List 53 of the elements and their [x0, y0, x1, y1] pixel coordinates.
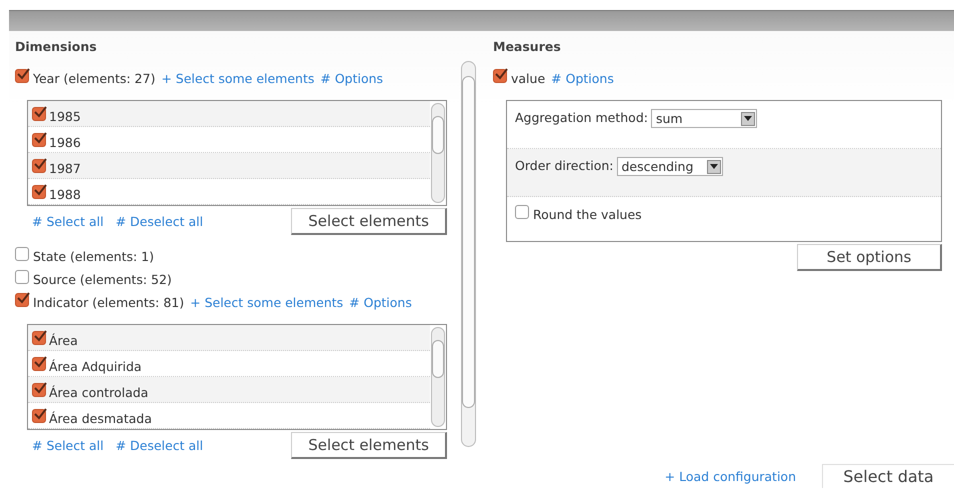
- select-elements-button[interactable]: Select elements: [291, 208, 447, 235]
- select-elements-button[interactable]: Select elements: [291, 432, 447, 459]
- element-label: Área desmatada: [49, 411, 152, 426]
- checkbox[interactable]: [493, 68, 507, 82]
- scrollbar[interactable]: [431, 327, 445, 427]
- caret-icon: [710, 164, 718, 169]
- set-options-button[interactable]: Set options: [797, 244, 942, 271]
- dimension-label: Year (elements: 27): [33, 71, 156, 86]
- checkbox[interactable]: [15, 270, 29, 284]
- checkbox[interactable]: [32, 331, 46, 345]
- element-label: 1987: [49, 161, 81, 176]
- checkbox[interactable]: [32, 357, 46, 371]
- dimension-label: Indicator (elements: 81): [33, 295, 184, 310]
- checkbox[interactable]: [15, 292, 29, 306]
- section-title: Measures: [493, 38, 562, 56]
- dimension-label: Source (elements: 52): [33, 272, 172, 287]
- option-link[interactable]: + Select some elements: [190, 295, 344, 310]
- checkbox[interactable]: [32, 133, 46, 147]
- scrollbar[interactable]: [431, 103, 445, 203]
- select-all-link[interactable]: # Select all: [32, 214, 104, 229]
- option-link[interactable]: # Options: [349, 295, 412, 310]
- select-data-button[interactable]: Select data: [822, 464, 954, 488]
- dropdown[interactable]: sum: [650, 109, 757, 128]
- caret-icon: [744, 116, 752, 121]
- element-label: Área: [49, 333, 78, 348]
- element-label: Área controlada: [49, 385, 148, 400]
- field-label: Order direction:: [515, 158, 614, 173]
- checkbox[interactable]: [32, 159, 46, 173]
- load-configuration-link[interactable]: + Load configuration: [664, 468, 796, 484]
- option-link[interactable]: # Options: [320, 71, 384, 86]
- checkbox[interactable]: [32, 107, 46, 121]
- section-title: Dimensions: [15, 38, 98, 56]
- scrollbar[interactable]: [461, 61, 476, 447]
- element-label: Área Adquirida: [49, 359, 142, 374]
- element-label: 1986: [49, 135, 81, 150]
- checkbox[interactable]: [515, 204, 529, 218]
- option-link[interactable]: # Options: [551, 71, 614, 86]
- dropdown[interactable]: descending: [616, 157, 722, 176]
- checkbox[interactable]: [15, 246, 29, 260]
- dimension-label: State (elements: 1): [33, 249, 154, 264]
- option-link[interactable]: + Select some elements: [161, 71, 314, 86]
- measure-label: value: [511, 71, 546, 86]
- element-label: 1988: [49, 187, 81, 202]
- checkbox[interactable]: [32, 185, 46, 199]
- deselect-all-link[interactable]: # Deselect all: [116, 214, 204, 229]
- checkbox[interactable]: [32, 409, 46, 423]
- checkbox[interactable]: [15, 68, 29, 82]
- field-label: Round the values: [533, 207, 642, 222]
- checkbox[interactable]: [32, 383, 46, 397]
- element-label: 1985: [49, 109, 81, 124]
- field-label: Aggregation method:: [515, 110, 648, 125]
- deselect-all-link[interactable]: # Deselect all: [116, 438, 204, 453]
- select-all-link[interactable]: # Select all: [32, 438, 104, 453]
